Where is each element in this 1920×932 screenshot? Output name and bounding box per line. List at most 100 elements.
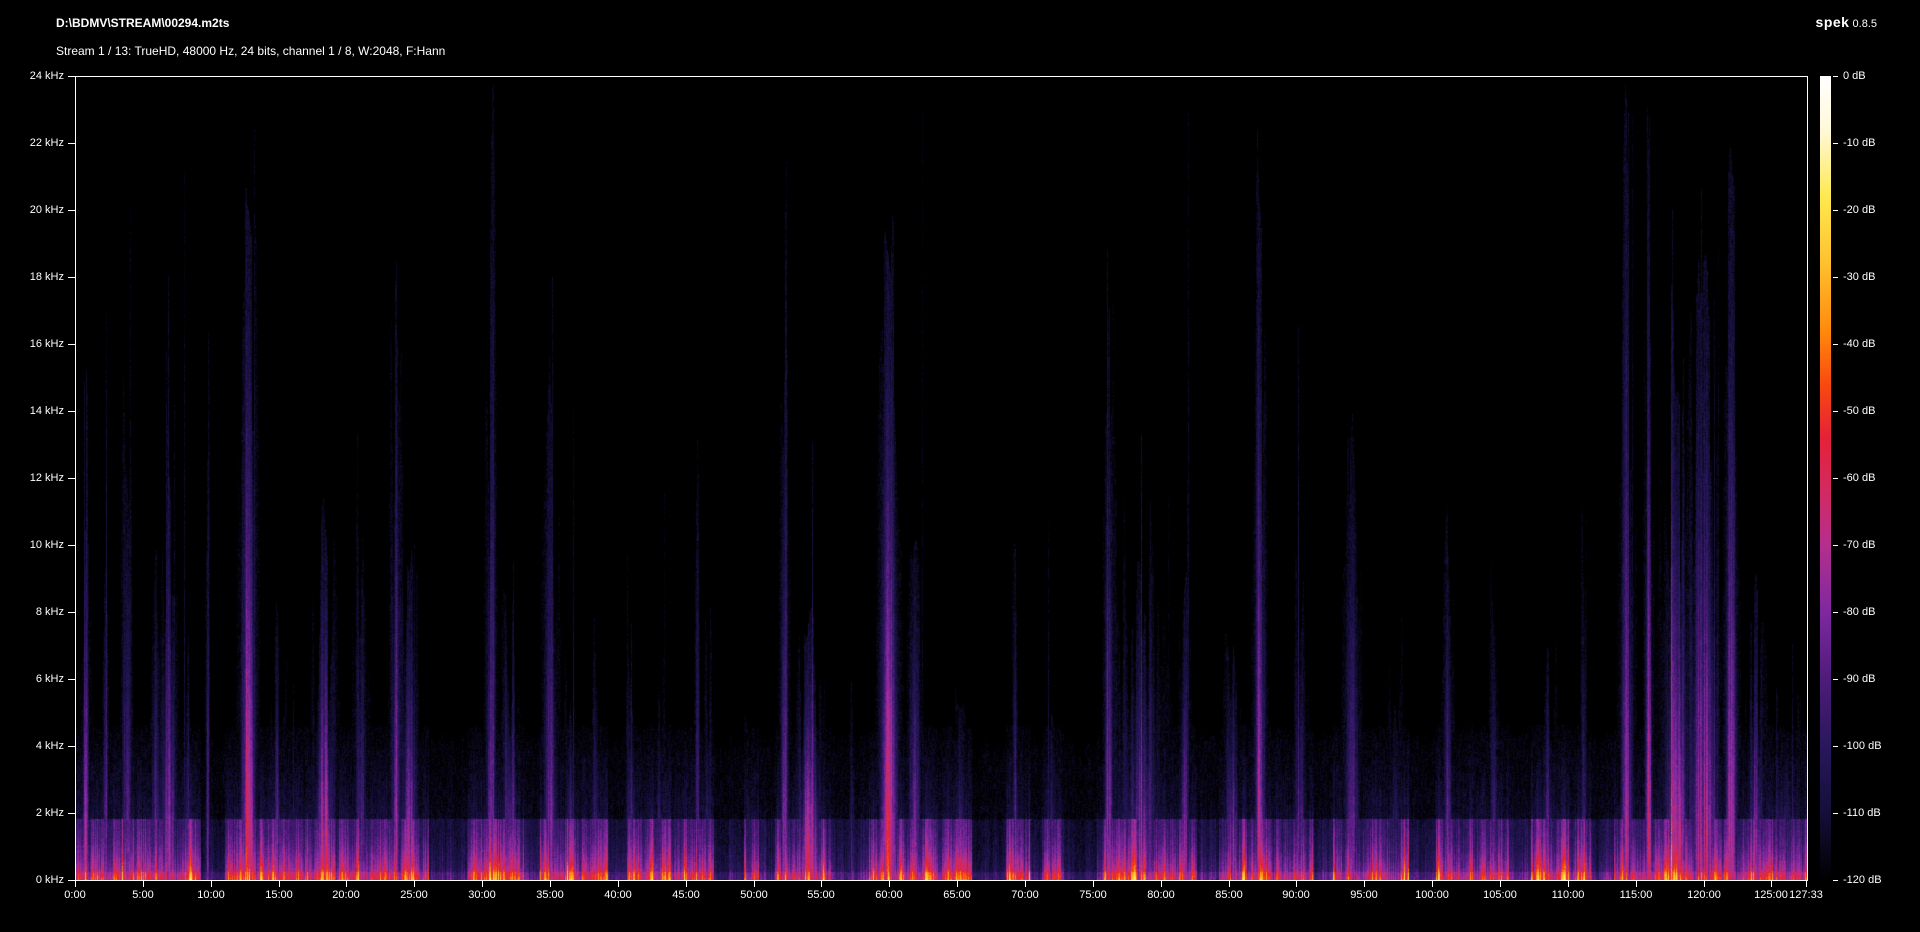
time-tick xyxy=(1704,881,1705,887)
time-tick-label: 40:00 xyxy=(586,889,650,902)
time-tick xyxy=(686,881,687,887)
freq-tick-label: 22 kHz xyxy=(0,137,64,150)
time-tick xyxy=(143,881,144,887)
time-tick xyxy=(889,881,890,887)
time-tick xyxy=(346,881,347,887)
freq-tick xyxy=(68,545,75,546)
db-tick xyxy=(1833,612,1838,613)
freq-tick xyxy=(68,612,75,613)
freq-tick-label: 18 kHz xyxy=(0,271,64,284)
time-tick-label: 0:00 xyxy=(43,889,107,902)
time-tick-label: 30:00 xyxy=(450,889,514,902)
db-tick-label: -80 dB xyxy=(1843,606,1875,619)
freq-tick-label: 2 kHz xyxy=(0,807,64,820)
time-tick-label: 110:00 xyxy=(1536,889,1600,902)
time-tick-label: 115:00 xyxy=(1604,889,1668,902)
app-name: spek xyxy=(1816,14,1850,30)
freq-tick-label: 8 kHz xyxy=(0,606,64,619)
db-tick-label: 0 dB xyxy=(1843,70,1866,83)
time-tick-label: 20:00 xyxy=(314,889,378,902)
time-tick xyxy=(482,881,483,887)
stream-info: Stream 1 / 13: TrueHD, 48000 Hz, 24 bits… xyxy=(56,44,445,58)
time-tick xyxy=(1364,881,1365,887)
spectrogram-plot xyxy=(75,76,1808,881)
freq-tick xyxy=(68,746,75,747)
time-tick-label: 90:00 xyxy=(1264,889,1328,902)
freq-tick-label: 12 kHz xyxy=(0,472,64,485)
time-tick xyxy=(279,881,280,887)
time-tick xyxy=(1025,881,1026,887)
db-tick xyxy=(1833,880,1838,881)
time-tick-label: 60:00 xyxy=(857,889,921,902)
db-tick xyxy=(1833,746,1838,747)
time-tick xyxy=(1432,881,1433,887)
db-tick-label: -10 dB xyxy=(1843,137,1875,150)
time-tick-label: 120:00 xyxy=(1672,889,1736,902)
freq-tick-label: 0 kHz xyxy=(0,874,64,887)
db-tick-label: -30 dB xyxy=(1843,271,1875,284)
time-tick-label: 15:00 xyxy=(247,889,311,902)
file-path-title: D:\BDMV\STREAM\00294.m2ts xyxy=(56,16,229,30)
time-tick-label: 45:00 xyxy=(654,889,718,902)
time-tick xyxy=(957,881,958,887)
freq-tick-label: 10 kHz xyxy=(0,539,64,552)
db-tick-label: -100 dB xyxy=(1843,740,1882,753)
db-tick-label: -110 dB xyxy=(1843,807,1881,820)
db-tick-label: -40 dB xyxy=(1843,338,1875,351)
freq-tick xyxy=(68,679,75,680)
spek-window: { "header": { "file_path": "D:\\BDMV\\ST… xyxy=(0,0,1920,932)
time-tick xyxy=(1568,881,1569,887)
db-tick-label: -70 dB xyxy=(1843,539,1875,552)
db-tick xyxy=(1833,478,1838,479)
time-tick-label: 75:00 xyxy=(1061,889,1125,902)
time-tick xyxy=(1296,881,1297,887)
db-tick xyxy=(1833,411,1838,412)
db-tick xyxy=(1833,76,1838,77)
freq-tick-label: 16 kHz xyxy=(0,338,64,351)
freq-tick xyxy=(68,210,75,211)
time-tick xyxy=(1806,881,1807,887)
time-tick xyxy=(1771,881,1772,887)
app-version: 0.8.5 xyxy=(1853,18,1877,30)
time-tick xyxy=(1500,881,1501,887)
db-gradient-bar xyxy=(1820,76,1831,881)
db-tick xyxy=(1833,143,1838,144)
freq-tick xyxy=(68,277,75,278)
time-tick-label: 65:00 xyxy=(925,889,989,902)
time-tick-label: 85:00 xyxy=(1197,889,1261,902)
time-tick-label: 10:00 xyxy=(179,889,243,902)
time-tick xyxy=(1229,881,1230,887)
freq-tick xyxy=(68,143,75,144)
freq-tick-label: 14 kHz xyxy=(0,405,64,418)
time-tick-label: 25:00 xyxy=(382,889,446,902)
db-tick-label: -20 dB xyxy=(1843,204,1875,217)
time-tick-label: 127:33 xyxy=(1774,889,1838,902)
db-tick xyxy=(1833,545,1838,546)
db-tick xyxy=(1833,813,1838,814)
time-tick xyxy=(211,881,212,887)
time-tick-label: 50:00 xyxy=(722,889,786,902)
time-tick xyxy=(1093,881,1094,887)
freq-tick xyxy=(68,411,75,412)
db-tick xyxy=(1833,210,1838,211)
time-tick xyxy=(1161,881,1162,887)
time-tick-label: 80:00 xyxy=(1129,889,1193,902)
time-tick xyxy=(754,881,755,887)
time-tick-label: 5:00 xyxy=(111,889,175,902)
db-tick-label: -60 dB xyxy=(1843,472,1875,485)
freq-tick xyxy=(68,813,75,814)
time-tick xyxy=(1636,881,1637,887)
db-tick-label: -90 dB xyxy=(1843,673,1875,686)
time-tick-label: 105:00 xyxy=(1468,889,1532,902)
freq-tick xyxy=(68,880,75,881)
time-tick-label: 95:00 xyxy=(1332,889,1396,902)
db-tick xyxy=(1833,344,1838,345)
time-tick-label: 70:00 xyxy=(993,889,1057,902)
time-tick xyxy=(75,881,76,887)
freq-tick xyxy=(68,76,75,77)
db-tick xyxy=(1833,277,1838,278)
time-tick xyxy=(821,881,822,887)
spectrogram-canvas xyxy=(76,77,1807,880)
freq-tick xyxy=(68,478,75,479)
time-tick xyxy=(414,881,415,887)
